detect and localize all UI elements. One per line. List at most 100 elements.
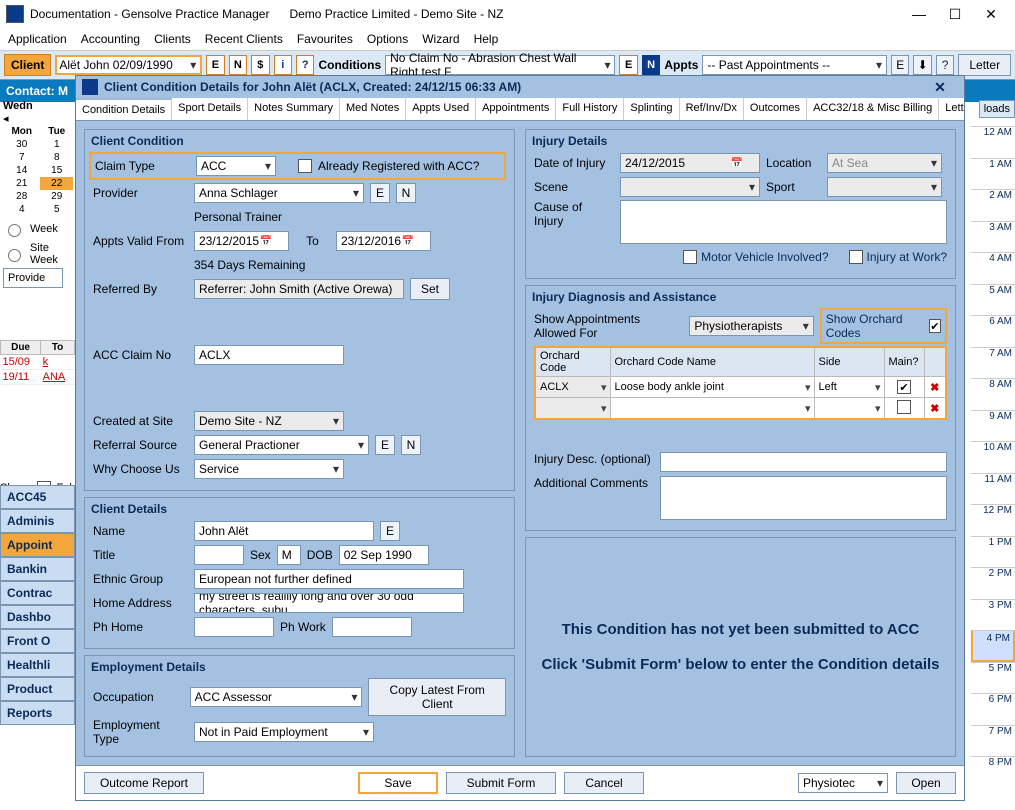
menu-clients[interactable]: Clients bbox=[154, 32, 191, 46]
tab-med-notes[interactable]: Med Notes bbox=[340, 98, 406, 120]
addr-field[interactable]: my street is realllly long and over 30 o… bbox=[194, 593, 464, 613]
download-button[interactable]: ⬇ bbox=[913, 55, 931, 75]
set-button[interactable]: Set bbox=[410, 278, 450, 300]
n-button[interactable]: N bbox=[229, 55, 247, 75]
sport-combo[interactable] bbox=[827, 177, 942, 197]
copy-latest-button[interactable]: Copy Latest From Client bbox=[368, 678, 506, 716]
appts-from-date[interactable]: 23/12/2015 bbox=[194, 231, 289, 251]
phhome-field[interactable] bbox=[194, 617, 274, 637]
provider-filter[interactable]: Provide bbox=[3, 268, 63, 288]
sex-field[interactable]: M bbox=[277, 545, 301, 565]
side-banking[interactable]: Bankin bbox=[0, 557, 75, 581]
cancel-button[interactable]: Cancel bbox=[564, 772, 644, 794]
maximize-button[interactable]: ☐ bbox=[937, 3, 973, 25]
week-radio[interactable] bbox=[8, 224, 21, 237]
conditions-combo[interactable]: No Claim No - Abrasion Chest Wall Right … bbox=[385, 55, 615, 75]
appts-help-button[interactable]: ? bbox=[936, 55, 954, 75]
save-button[interactable]: Save bbox=[358, 772, 438, 794]
info-button[interactable]: i bbox=[274, 55, 292, 75]
scene-combo[interactable] bbox=[620, 177, 760, 197]
show-appts-combo[interactable]: Physiotherapists bbox=[689, 316, 813, 336]
refsrc-combo[interactable]: General Practioner bbox=[194, 435, 369, 455]
submit-form-button[interactable]: Submit Form bbox=[446, 772, 556, 794]
side-appoint[interactable]: Appoint bbox=[0, 533, 75, 557]
acc-no-field[interactable]: ACLX bbox=[194, 345, 344, 365]
row-delete-button[interactable]: ✖ bbox=[924, 377, 946, 398]
menu-recent-clients[interactable]: Recent Clients bbox=[205, 32, 283, 46]
name-field[interactable]: John Alët bbox=[194, 521, 374, 541]
show-orchard-check[interactable]: ✔ bbox=[929, 319, 941, 333]
tab-sport-details[interactable]: Sport Details bbox=[172, 98, 248, 120]
tab-acc32[interactable]: ACC32/18 & Misc Billing bbox=[807, 98, 939, 120]
code-cell[interactable] bbox=[536, 398, 610, 418]
row-delete-button[interactable]: ✖ bbox=[924, 398, 946, 420]
cause-memo[interactable] bbox=[620, 200, 947, 244]
side-acc45[interactable]: ACC45 bbox=[0, 485, 75, 509]
side-fronto[interactable]: Front O bbox=[0, 629, 75, 653]
tab-letters[interactable]: Letters bbox=[939, 98, 964, 120]
side-cell[interactable] bbox=[815, 398, 884, 418]
dob-field[interactable]: 02 Sep 1990 bbox=[339, 545, 429, 565]
why-combo[interactable]: Service bbox=[194, 459, 344, 479]
refsrc-e-button[interactable]: E bbox=[375, 435, 395, 455]
side-product[interactable]: Product bbox=[0, 677, 75, 701]
code-cell[interactable]: ACLX bbox=[536, 377, 610, 397]
tab-ref-inv-dx[interactable]: Ref/Inv/Dx bbox=[680, 98, 744, 120]
side-reports[interactable]: Reports bbox=[0, 701, 75, 725]
name-cell[interactable] bbox=[611, 398, 814, 418]
mvi-check[interactable] bbox=[683, 250, 697, 264]
help-button[interactable]: ? bbox=[296, 55, 314, 75]
iaw-check[interactable] bbox=[849, 250, 863, 264]
menu-favourites[interactable]: Favourites bbox=[297, 32, 353, 46]
cond-e-button[interactable]: E bbox=[619, 55, 637, 75]
ethnic-field[interactable]: European not further defined bbox=[194, 569, 464, 589]
main-check[interactable]: ✔ bbox=[897, 380, 911, 394]
cond-n-button[interactable]: N bbox=[642, 55, 660, 75]
side-dashbo[interactable]: Dashbo bbox=[0, 605, 75, 629]
title-field[interactable] bbox=[194, 545, 244, 565]
loc-combo[interactable]: At Sea bbox=[827, 153, 942, 173]
injdesc-field[interactable] bbox=[660, 452, 947, 472]
addcom-field[interactable] bbox=[660, 476, 947, 520]
menu-help[interactable]: Help bbox=[474, 32, 499, 46]
open-button[interactable]: Open bbox=[896, 772, 956, 794]
occ-combo[interactable]: ACC Assessor bbox=[190, 687, 363, 707]
main-check[interactable] bbox=[897, 400, 911, 414]
tab-condition-details[interactable]: Condition Details bbox=[76, 98, 172, 120]
name-cell[interactable]: Loose body ankle joint bbox=[611, 377, 814, 397]
name-e-button[interactable]: E bbox=[380, 521, 400, 541]
minimize-button[interactable]: — bbox=[901, 3, 937, 25]
menu-wizard[interactable]: Wizard bbox=[422, 32, 459, 46]
menu-options[interactable]: Options bbox=[367, 32, 408, 46]
letter-button[interactable]: Letter bbox=[958, 54, 1011, 76]
client-combo[interactable]: Alët John 02/09/1990 bbox=[55, 55, 202, 75]
created-combo[interactable]: Demo Site - NZ bbox=[194, 411, 344, 431]
tab-appts-used[interactable]: Appts Used bbox=[406, 98, 476, 120]
doi-field[interactable]: 24/12/2015 bbox=[620, 153, 760, 173]
menu-application[interactable]: Application bbox=[8, 32, 67, 46]
provider-n-button[interactable]: N bbox=[396, 183, 416, 203]
claim-type-combo[interactable]: ACC bbox=[196, 156, 276, 176]
physiotec-combo[interactable]: Physiotec bbox=[798, 773, 888, 793]
tab-splinting[interactable]: Splinting bbox=[624, 98, 679, 120]
appts-combo[interactable]: -- Past Appointments -- bbox=[702, 55, 887, 75]
provider-combo[interactable]: Anna Schlager bbox=[194, 183, 364, 203]
dialog-close-button[interactable]: ✕ bbox=[922, 76, 958, 98]
provider-e-button[interactable]: E bbox=[370, 183, 390, 203]
appts-e-button[interactable]: E bbox=[891, 55, 909, 75]
siteweek-radio[interactable] bbox=[8, 249, 21, 262]
tab-full-history[interactable]: Full History bbox=[556, 98, 624, 120]
tab-appointments[interactable]: Appointments bbox=[476, 98, 556, 120]
tab-outcomes[interactable]: Outcomes bbox=[744, 98, 807, 120]
dollar-button[interactable]: $ bbox=[251, 55, 269, 75]
emptype-combo[interactable]: Not in Paid Employment bbox=[194, 722, 374, 742]
outcome-report-button[interactable]: Outcome Report bbox=[84, 772, 204, 794]
appts-to-date[interactable]: 23/12/2016 bbox=[336, 231, 431, 251]
refsrc-n-button[interactable]: N bbox=[401, 435, 421, 455]
e-button[interactable]: E bbox=[206, 55, 224, 75]
already-reg-check[interactable] bbox=[298, 159, 312, 173]
side-healthli[interactable]: Healthli bbox=[0, 653, 75, 677]
phwork-field[interactable] bbox=[332, 617, 412, 637]
tab-notes-summary[interactable]: Notes Summary bbox=[248, 98, 340, 120]
close-button[interactable]: ✕ bbox=[973, 3, 1009, 25]
